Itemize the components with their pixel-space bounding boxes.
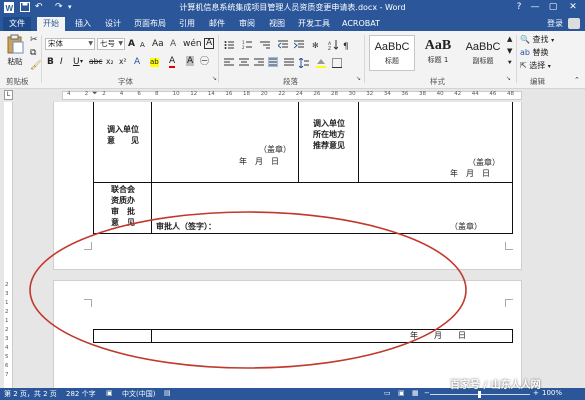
word-count[interactable]: 282 个字 [66,389,96,399]
web-layout-icon[interactable]: ▦ [412,389,419,397]
language-status[interactable]: 中文(中国) [122,389,155,399]
zoom-out-icon[interactable]: − [424,389,430,397]
page-count[interactable]: 第 2 页，共 2 页 [4,389,57,399]
annotation-ellipse [29,211,467,369]
macro-record-icon[interactable]: ▤ [164,389,171,397]
watermark: 百家号 / 山东人人网 [450,380,541,391]
red-circle-highlight [29,211,467,369]
print-layout-icon[interactable]: ▣ [398,389,405,397]
read-mode-icon[interactable]: ▭ [384,389,391,397]
zoom-level[interactable]: 100% [542,389,562,397]
zoom-slider-thumb[interactable] [478,391,481,398]
proofing-icon[interactable]: ▣ [106,389,113,397]
